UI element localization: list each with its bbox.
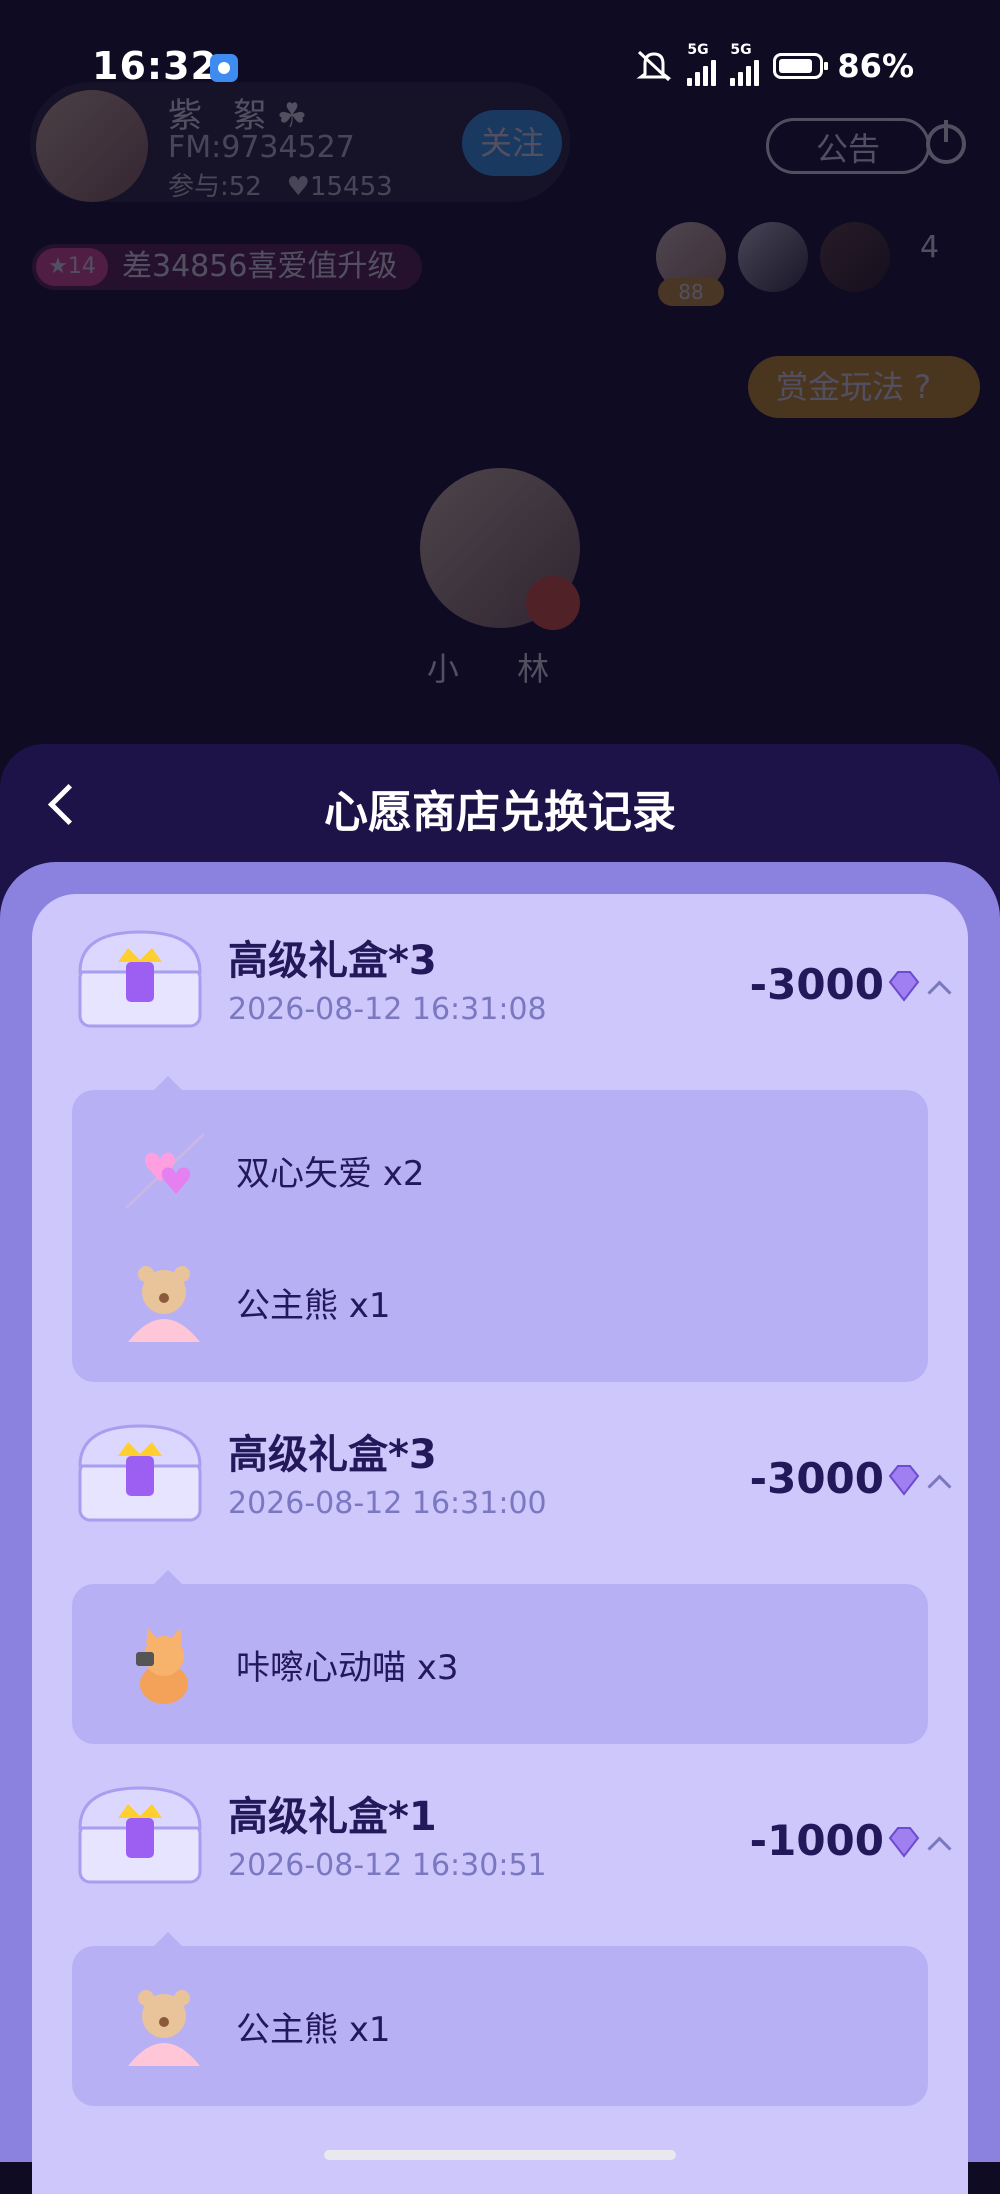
gift-box-chest-icon xyxy=(78,1786,202,1884)
gift-item-row: 咔嚓心动喵 x3 xyxy=(72,1604,928,1724)
mic-muted-icon xyxy=(526,576,580,630)
record-date: 2026-08-12 16:30:51 xyxy=(228,1848,547,1883)
camera-cat-icon xyxy=(136,1628,188,1704)
gem-currency-icon xyxy=(888,971,920,1002)
sheet-title: 心愿商店兑换记录 xyxy=(324,787,676,838)
host-fm-id: FM:9734527 xyxy=(168,130,355,165)
record-name: 高级礼盒*1 xyxy=(228,1794,437,1840)
rank-badge: 88 xyxy=(658,278,724,306)
likes-count: ♥15453 xyxy=(286,172,393,202)
heart-arrow-icon xyxy=(124,1132,206,1210)
sheet-header: 心愿商店兑换记录 xyxy=(0,744,1000,864)
signal-5g-2-icon: 5G xyxy=(730,42,760,86)
record-date: 2026-08-12 16:31:00 xyxy=(228,1486,547,1521)
viewer-count[interactable]: 4 xyxy=(920,230,939,265)
sheet-body: 高级礼盒*3 2026-08-12 16:31:08 -3000 双心矢爱 x2 xyxy=(0,862,1000,2194)
gift-item-text: 双心矢爱 x2 xyxy=(236,1154,425,1194)
signal-5g-1-icon: 5G xyxy=(687,42,717,86)
princess-bear-icon xyxy=(128,1990,200,2066)
gift-item-row: 双心矢爱 x2 xyxy=(72,1110,928,1230)
level-badge: ★14 xyxy=(36,248,108,286)
record-list[interactable]: 高级礼盒*3 2026-08-12 16:31:08 -3000 双心矢爱 x2 xyxy=(32,894,968,2194)
collapse-chevron-icon[interactable] xyxy=(927,980,952,1005)
host-stats: 参与:52 ♥15453 xyxy=(168,166,393,203)
record-name: 高级礼盒*3 xyxy=(228,938,437,984)
viewer-avatar[interactable] xyxy=(820,222,890,292)
record-amount: -1000 xyxy=(749,1816,884,1865)
mute-bell-icon xyxy=(636,50,672,82)
notification-app-icon xyxy=(210,54,238,82)
gift-box-chest-icon xyxy=(78,1424,202,1522)
battery-percent: 86% xyxy=(837,47,914,85)
record-name: 高级礼盒*3 xyxy=(228,1432,437,1478)
gift-item-text: 咔嚓心动喵 x3 xyxy=(236,1648,459,1688)
collapse-chevron-icon[interactable] xyxy=(927,1836,952,1861)
battery-icon xyxy=(773,53,829,79)
participants-count: 参与:52 xyxy=(168,172,262,202)
viewer-avatar[interactable] xyxy=(738,222,808,292)
power-icon[interactable] xyxy=(926,120,966,164)
record-amount: -3000 xyxy=(749,960,884,1009)
collapse-chevron-icon[interactable] xyxy=(927,1474,952,1499)
gift-item-text: 公主熊 x1 xyxy=(236,1286,391,1326)
gift-box-chest-icon xyxy=(78,930,202,1028)
gem-currency-icon xyxy=(888,1465,920,1496)
gem-currency-icon xyxy=(888,1827,920,1858)
gift-item-row: 公主熊 x1 xyxy=(72,1966,928,2086)
gift-item-row: 公主熊 x1 xyxy=(72,1242,928,1362)
status-icons: 5G 5G 86% xyxy=(635,42,914,86)
gift-item-text: 公主熊 x1 xyxy=(236,2010,391,2050)
princess-bear-icon xyxy=(128,1266,200,1342)
mic-user-name: 小 林 xyxy=(426,650,574,688)
gift-detail-box: 双心矢爱 x2 公主熊 x1 xyxy=(72,1076,928,1382)
bounty-play-button[interactable]: 赏金玩法 ? xyxy=(748,356,980,418)
record-amount: -3000 xyxy=(749,1454,884,1503)
record-date: 2026-08-12 16:31:08 xyxy=(228,992,547,1027)
status-bar: 16:32 5G 5G 86% xyxy=(0,0,1000,130)
exchange-record-sheet: 心愿商店兑换记录 高级礼盒*3 2026-08-12 16:31:08 -300… xyxy=(0,744,1000,2194)
gift-detail-box: 公主熊 x1 xyxy=(72,1932,928,2106)
home-indicator[interactable] xyxy=(324,2150,676,2160)
gift-detail-box: 咔嚓心动喵 x3 xyxy=(72,1570,928,1744)
status-time: 16:32 xyxy=(92,44,218,88)
